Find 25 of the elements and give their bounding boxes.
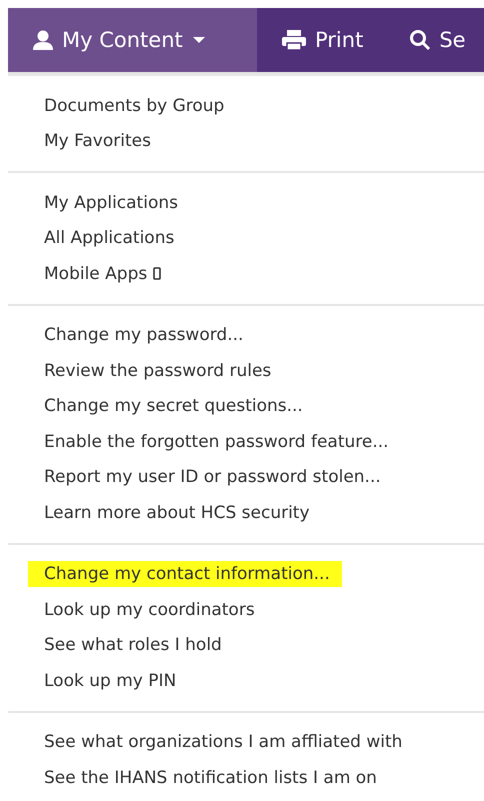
- menu-item[interactable]: Review the password rules: [44, 358, 272, 384]
- menu-item[interactable]: See the IHANS notification lists I am on: [44, 764, 377, 791]
- menu-item[interactable]: Report my user ID or password stolen...: [44, 464, 381, 490]
- caret-icon: [192, 37, 205, 43]
- menu-item[interactable]: Change my secret questions...: [44, 393, 303, 420]
- nav-tab[interactable]: Print: [257, 8, 386, 72]
- user-icon: [32, 29, 54, 51]
- nav-tab[interactable]: My Content: [8, 8, 257, 72]
- menu-item[interactable]: Documents by Group: [44, 92, 224, 119]
- menu-item[interactable]: All Applications: [44, 225, 174, 252]
- printer-icon: [281, 29, 307, 51]
- menu-item[interactable]: Learn more about HCS security: [44, 500, 310, 526]
- menu-item[interactable]: Enable the forgotten password feature...: [44, 428, 389, 455]
- menu-item[interactable]: My Applications: [44, 190, 178, 216]
- menu-item[interactable]: See what roles I hold: [44, 632, 222, 658]
- search-icon: [409, 29, 432, 51]
- phone-icon: [153, 267, 162, 280]
- menu-item[interactable]: Look up my PIN: [44, 668, 176, 694]
- menu-item[interactable]: See what organizations I am affliated with: [44, 729, 402, 756]
- menu-item[interactable]: Look up my coordinators: [44, 596, 255, 623]
- menu-item[interactable]: Change my contact information...: [28, 561, 342, 588]
- nav-tab[interactable]: Se: [385, 8, 484, 72]
- menu-item[interactable]: My Favorites: [44, 128, 151, 154]
- menu-item[interactable]: Change my password...: [44, 322, 244, 348]
- menu-item[interactable]: Mobile Apps: [44, 260, 162, 287]
